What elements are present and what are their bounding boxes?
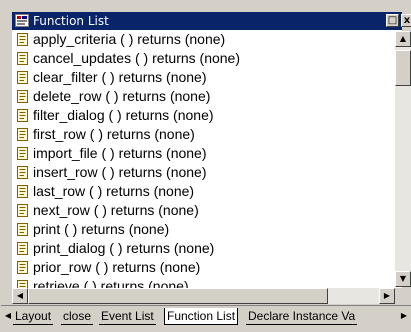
function-icon [17,242,28,255]
function-icon [17,261,28,274]
function-signature: retrieve ( ) returns (none) [33,278,189,288]
function-icon [17,33,28,46]
function-signature: filter_dialog ( ) returns (none) [33,107,214,123]
tab-layout[interactable]: Layout [13,308,54,325]
vertical-scroll-thumb[interactable] [395,50,411,86]
function-icon [17,71,28,84]
horizontal-scrollbar[interactable]: ◀ ▶ [12,288,395,304]
list-item[interactable]: retrieve ( ) returns (none) [12,277,392,288]
function-signature: first_row ( ) returns (none) [33,126,195,142]
function-list-panel: Function List □ x apply_criteria ( ) ret… [1,1,411,331]
function-signature: print_dialog ( ) returns (none) [33,240,215,256]
function-signature: clear_filter ( ) returns (none) [33,69,207,85]
function-icon [17,52,28,65]
list-item[interactable]: import_file ( ) returns (none) [12,144,392,163]
function-signature: apply_criteria ( ) returns (none) [33,31,226,47]
list-item[interactable]: apply_criteria ( ) returns (none) [12,30,392,49]
title-bar[interactable]: Function List □ x [12,12,411,30]
list-item[interactable]: last_row ( ) returns (none) [12,182,392,201]
function-signature: import_file ( ) returns (none) [33,145,207,161]
list-item[interactable]: print ( ) returns (none) [12,220,392,239]
tab-prev-button[interactable]: ◀ [3,309,13,323]
list-item[interactable]: first_row ( ) returns (none) [12,125,392,144]
list-item[interactable]: prior_row ( ) returns (none) [12,258,392,277]
function-signature: prior_row ( ) returns (none) [33,259,201,275]
function-icon [17,147,28,160]
function-signature: cancel_updates ( ) returns (none) [33,50,240,66]
scroll-right-button[interactable]: ▶ [379,288,395,304]
horizontal-scroll-thumb[interactable] [28,288,328,304]
function-icon [17,204,28,217]
function-signature: insert_row ( ) returns (none) [33,164,207,180]
list-item[interactable]: insert_row ( ) returns (none) [12,163,392,182]
list-item[interactable]: cancel_updates ( ) returns (none) [12,49,392,68]
function-icon [17,109,28,122]
scroll-down-button[interactable]: ▼ [395,271,411,287]
function-list-icon [15,14,29,27]
tab-strip: ◀ ▶ Layout close Event List Function Lis… [1,305,411,328]
function-icon [17,166,28,179]
close-button[interactable]: x [401,14,411,27]
list-item[interactable]: delete_row ( ) returns (none) [12,87,392,106]
tab-function-list[interactable]: Function List [164,308,239,325]
tab-next-button[interactable]: ▶ [399,309,409,323]
scrollbar-corner [395,288,411,304]
list-item[interactable]: filter_dialog ( ) returns (none) [12,106,392,125]
list-item[interactable]: clear_filter ( ) returns (none) [12,68,392,87]
window-title: Function List [33,14,109,28]
function-signature: last_row ( ) returns (none) [33,183,195,199]
scroll-left-button[interactable]: ◀ [12,288,28,304]
function-signature: delete_row ( ) returns (none) [33,88,211,104]
tab-event-list[interactable]: Event List [99,308,156,325]
function-icon [17,128,28,141]
vertical-scrollbar[interactable]: ▲ ▼ [395,31,411,287]
function-list[interactable]: apply_criteria ( ) returns (none) cancel_… [12,30,402,288]
scroll-up-button[interactable]: ▲ [395,31,411,47]
function-icon [17,280,28,288]
list-item[interactable]: next_row ( ) returns (none) [12,201,392,220]
tab-close[interactable]: close [61,308,94,325]
restore-button[interactable]: □ [386,14,399,27]
function-signature: print ( ) returns (none) [33,221,170,237]
function-icon [17,223,28,236]
function-icon [17,90,28,103]
function-icon [17,185,28,198]
list-item[interactable]: print_dialog ( ) returns (none) [12,239,392,258]
function-signature: next_row ( ) returns (none) [33,202,199,218]
tab-declare-instance-variables[interactable]: Declare Instance Va [246,308,358,325]
